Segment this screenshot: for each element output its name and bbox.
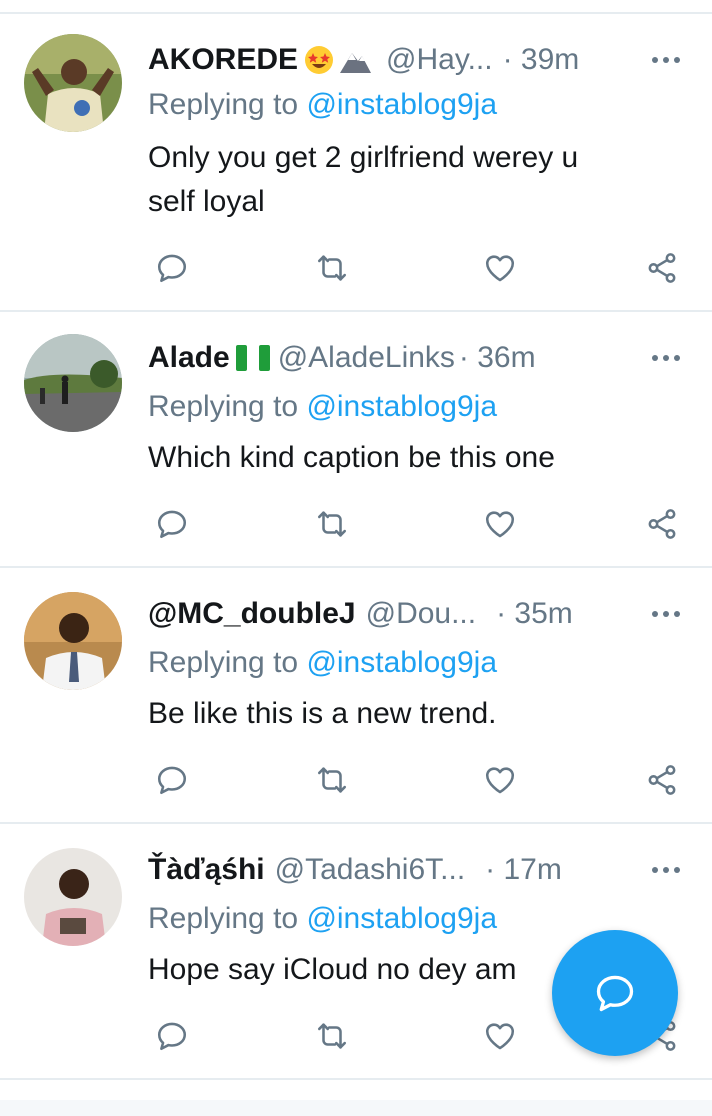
share-icon[interactable]: [642, 248, 682, 288]
tweet-actions: [148, 248, 688, 288]
tweet-text-line: Only you get 2 girlfriend werey u: [148, 141, 579, 174]
tweet-actions: [148, 760, 688, 800]
retweet-icon[interactable]: [312, 504, 352, 544]
display-name[interactable]: Ťàďąśhi: [148, 853, 265, 887]
display-name[interactable]: AKOREDE: [148, 43, 298, 77]
star-struck-emoji-icon: [305, 46, 334, 74]
mention-link[interactable]: @instablog9ja: [306, 390, 497, 423]
display-name[interactable]: Alade: [148, 341, 230, 375]
like-icon[interactable]: [480, 760, 520, 800]
replying-to-label: Replying to: [148, 902, 299, 935]
reply-icon[interactable]: [152, 1016, 192, 1056]
reply-icon[interactable]: [152, 504, 192, 544]
replying-to-label: Replying to: [148, 646, 299, 679]
user-handle[interactable]: @AladeLinks: [278, 341, 455, 375]
retweet-icon[interactable]: [312, 1016, 352, 1056]
share-icon[interactable]: [642, 760, 682, 800]
mention-link[interactable]: @instablog9ja: [306, 88, 497, 121]
nigeria-flag-icon: [235, 345, 270, 371]
tweet-text-line: Which kind caption be this one: [148, 441, 555, 474]
replying-to-label: Replying to: [148, 390, 299, 423]
tweet-header: Alade @AladeLinks · 36m: [148, 338, 682, 378]
more-options-icon[interactable]: [652, 594, 680, 634]
tweet-header: Ťàďąśhi @Tadashi6T... · 17m: [148, 850, 682, 890]
avatar[interactable]: [24, 34, 122, 132]
timestamp[interactable]: · 17m: [485, 853, 562, 887]
user-handle[interactable]: @Hay...: [386, 43, 493, 77]
like-icon[interactable]: [480, 504, 520, 544]
tweet-1[interactable]: AKOREDE @Hay... · 39m Replying to @insta…: [0, 14, 712, 312]
retweet-icon[interactable]: [312, 760, 352, 800]
retweet-icon[interactable]: [312, 248, 352, 288]
tweet-actions: [148, 504, 688, 544]
tweet-2[interactable]: Alade @AladeLinks · 36m Replying to @ins…: [0, 312, 712, 568]
mention-link[interactable]: @instablog9ja: [306, 902, 497, 935]
like-icon[interactable]: [480, 248, 520, 288]
timestamp[interactable]: · 35m: [496, 597, 573, 631]
replying-to: Replying to @instablog9ja: [148, 902, 497, 936]
more-options-icon[interactable]: [652, 850, 680, 890]
more-options-icon[interactable]: [652, 338, 680, 378]
replying-to-label: Replying to: [148, 88, 299, 121]
timestamp[interactable]: · 39m: [503, 43, 580, 77]
user-handle[interactable]: @Dou...: [366, 597, 477, 631]
replying-to: Replying to @instablog9ja: [148, 390, 497, 424]
mention-link[interactable]: @instablog9ja: [306, 646, 497, 679]
user-handle[interactable]: @Tadashi6T...: [275, 853, 466, 887]
display-name[interactable]: @MC_doubleJ: [148, 597, 356, 631]
name-badges: [304, 45, 372, 75]
tweet-text: Which kind caption be this one: [148, 436, 652, 480]
eagle-mountain-emoji-icon: [340, 53, 372, 73]
replying-to: Replying to @instablog9ja: [148, 646, 497, 680]
compose-reply-button[interactable]: [552, 930, 678, 1056]
avatar[interactable]: [24, 592, 122, 690]
tweet-text: Only you get 2 girlfriend werey u self l…: [148, 136, 652, 224]
bottom-divider: [0, 1100, 712, 1116]
tweet-3[interactable]: @MC_doubleJ @Dou... · 35m Replying to @i…: [0, 568, 712, 824]
tweet-text-line: self loyal: [148, 185, 265, 218]
avatar[interactable]: [24, 334, 122, 432]
tweet-text: Be like this is a new trend.: [148, 692, 652, 736]
more-options-icon[interactable]: [652, 40, 680, 80]
tweet-header: AKOREDE @Hay... · 39m: [148, 40, 682, 80]
like-icon[interactable]: [480, 1016, 520, 1056]
replying-to: Replying to @instablog9ja: [148, 88, 497, 122]
avatar[interactable]: [24, 848, 122, 946]
share-icon[interactable]: [642, 504, 682, 544]
compose-reply-icon: [596, 975, 634, 1012]
tweet-header: @MC_doubleJ @Dou... · 35m: [148, 594, 682, 634]
tweet-text-line: Be like this is a new trend.: [148, 697, 497, 730]
timestamp[interactable]: · 36m: [459, 341, 536, 375]
reply-icon[interactable]: [152, 248, 192, 288]
reply-icon[interactable]: [152, 760, 192, 800]
name-badges: [235, 345, 270, 371]
